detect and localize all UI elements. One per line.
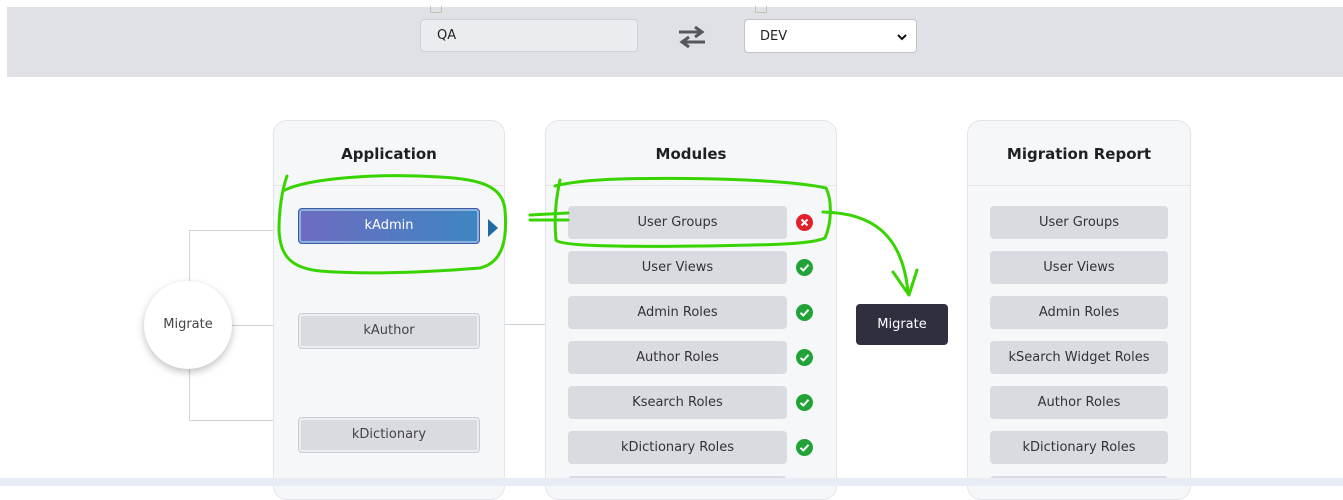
report-item-label: User Views (1043, 260, 1115, 275)
report-item[interactable]: User Views (990, 251, 1168, 284)
application-panel-title: Application (341, 145, 437, 163)
app-item-label: kAdmin (364, 218, 414, 233)
module-item-label: User Views (641, 260, 714, 275)
report-item-label: kDictionary Roles (1022, 440, 1136, 455)
connector-line (232, 325, 274, 326)
check-circle-icon (796, 439, 813, 456)
panel-divider (546, 185, 836, 186)
report-item[interactable]: Author Roles (990, 386, 1168, 419)
check-circle-icon (796, 259, 813, 276)
target-environment-value: DEV (760, 29, 788, 44)
broken-image-icon (755, 6, 767, 13)
broken-image-icon (430, 6, 442, 13)
check-circle-icon (796, 394, 813, 411)
modules-panel-title: Modules (655, 145, 727, 163)
modules-panel: Modules User Groups User Views Admin Rol… (545, 120, 837, 500)
app-item-kdictionary[interactable]: kDictionary (298, 417, 480, 453)
module-item-label: kDictionary Roles (620, 440, 735, 455)
module-item-user-views[interactable]: User Views (568, 251, 787, 284)
app-item-kauthor[interactable]: kAuthor (298, 313, 480, 349)
environment-bar (7, 7, 1343, 77)
check-circle-icon (796, 349, 813, 366)
migrate-circle-button[interactable]: Migrate (144, 281, 232, 369)
module-item-user-groups[interactable]: User Groups (568, 206, 787, 239)
module-item-ksearch-roles[interactable]: Ksearch Roles (568, 386, 787, 419)
source-environment-field[interactable]: QA (420, 19, 638, 52)
report-item[interactable]: kDictionary Roles (990, 431, 1168, 464)
panel-divider (968, 185, 1190, 186)
report-item[interactable]: kSearch Widget Roles (990, 341, 1168, 374)
migration-report-panel: Migration Report User Groups User Views … (967, 120, 1191, 500)
connector-line (189, 230, 274, 231)
module-item-label: Ksearch Roles (632, 395, 723, 410)
connector-line (505, 324, 545, 325)
app-item-kadmin[interactable]: kAdmin (298, 208, 480, 244)
module-item-label: Author Roles (636, 350, 719, 365)
caret-right-icon (488, 219, 498, 237)
check-circle-icon (796, 304, 813, 321)
module-item-admin-roles[interactable]: Admin Roles (568, 296, 787, 329)
report-item-label: Author Roles (1037, 395, 1121, 410)
module-item-label: User Groups (637, 215, 718, 230)
report-item-label: kSearch Widget Roles (1008, 350, 1150, 365)
migrate-circle-label: Migrate (163, 317, 213, 332)
source-environment-value: QA (437, 28, 457, 43)
chevron-down-icon (897, 34, 907, 41)
connector-line (189, 420, 274, 421)
app-item-label: kAuthor (363, 323, 415, 338)
migrate-button-label: Migrate (877, 317, 927, 332)
target-environment-select[interactable]: DEV (744, 19, 917, 53)
application-panel: Application kAdmin kAuthor kDictionary (273, 120, 505, 500)
bottom-bar (0, 478, 1343, 486)
module-item-kdictionary-roles[interactable]: kDictionary Roles (568, 431, 787, 464)
migration-report-title: Migration Report (1006, 145, 1152, 163)
report-item[interactable]: Admin Roles (990, 296, 1168, 329)
report-item-label: Admin Roles (1038, 305, 1120, 320)
migrate-button[interactable]: Migrate (856, 304, 948, 345)
module-item-label: Admin Roles (637, 305, 718, 320)
module-item-author-roles[interactable]: Author Roles (568, 341, 787, 374)
app-item-label: kDictionary (351, 427, 427, 442)
panel-divider (274, 185, 504, 186)
report-item-label: User Groups (1038, 215, 1120, 230)
swap-arrows-icon[interactable] (677, 24, 707, 50)
report-item[interactable]: User Groups (990, 206, 1168, 239)
error-circle-icon (796, 214, 813, 231)
